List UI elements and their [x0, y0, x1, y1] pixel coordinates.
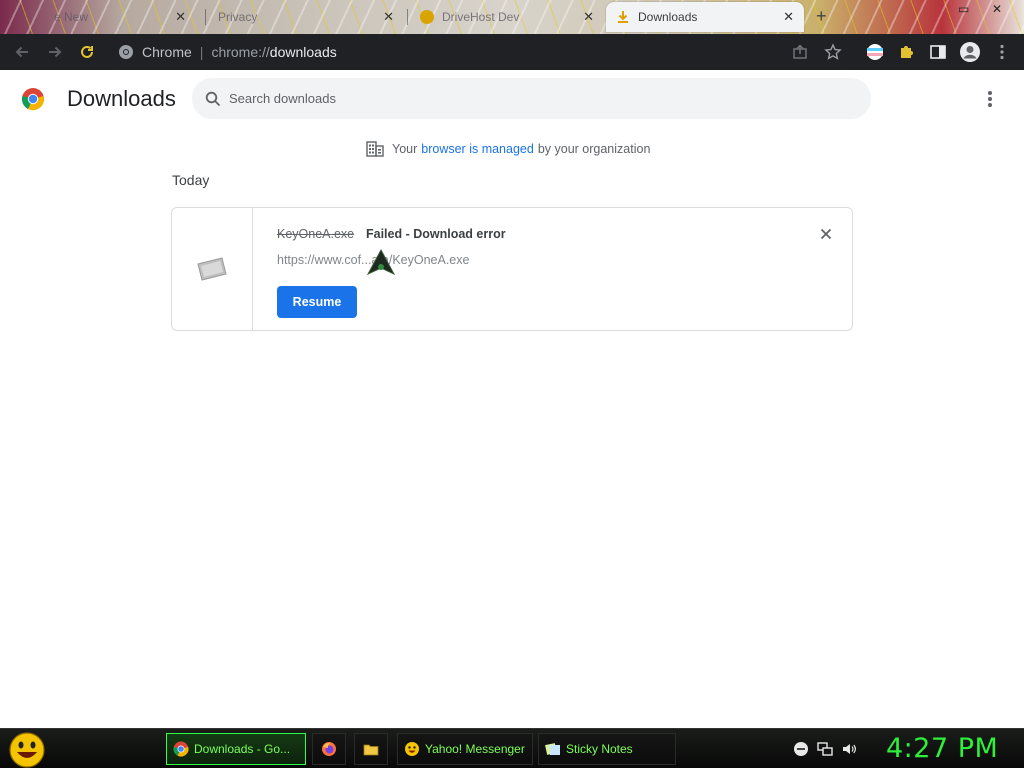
- building-icon: [366, 141, 384, 157]
- tab-title: DriveHost Dev: [442, 10, 520, 24]
- flag-extension-icon[interactable]: [864, 41, 886, 63]
- back-button[interactable]: [11, 41, 33, 63]
- reload-button[interactable]: [76, 41, 98, 63]
- bookmark-star-icon[interactable]: [824, 43, 842, 66]
- download-item: KeyOneA.exe Failed - Download error http…: [171, 207, 853, 331]
- chrome-icon: [173, 741, 189, 757]
- omnibox-divider: |: [199, 44, 204, 60]
- taskbar-item-label: Sticky Notes: [566, 742, 633, 756]
- remove-download-button[interactable]: [818, 226, 834, 242]
- close-icon: [820, 228, 832, 240]
- title-bar: e New ✕ Privacy ✕ DriveHost Dev ✕ Downlo…: [0, 0, 1024, 34]
- close-window-icon[interactable]: ✕: [992, 2, 1002, 16]
- download-status: Failed - Download error: [366, 227, 506, 241]
- profile-avatar[interactable]: [959, 41, 981, 63]
- folder-icon: [363, 741, 379, 757]
- managed-prefix: Your: [392, 142, 418, 156]
- firefox-icon: [321, 741, 337, 757]
- forward-button[interactable]: [44, 41, 66, 63]
- chrome-menu-button[interactable]: [991, 41, 1013, 63]
- close-icon[interactable]: ✕: [383, 9, 394, 25]
- tab-separator: [407, 9, 408, 25]
- kebab-menu-icon: [1000, 44, 1004, 60]
- more-actions-icon[interactable]: [982, 88, 998, 110]
- taskbar-item-sticky-notes[interactable]: Sticky Notes: [538, 733, 676, 765]
- yahoo-messenger-icon: [404, 741, 420, 757]
- chrome-logo-icon: [21, 87, 45, 116]
- arrow-right-icon: [49, 46, 62, 58]
- new-tab-button[interactable]: +: [816, 6, 827, 27]
- site-name: Chrome: [142, 44, 192, 60]
- start-button-smiley-icon[interactable]: [8, 731, 46, 769]
- resume-button[interactable]: Resume: [277, 286, 357, 318]
- managed-link[interactable]: browser is managed: [421, 142, 534, 156]
- search-input[interactable]: [229, 91, 789, 106]
- taskbar-item-label: Yahoo! Messenger: [425, 742, 525, 756]
- taskbar-item-yahoo-messenger[interactable]: Yahoo! Messenger: [397, 733, 533, 765]
- taskbar-item-firefox[interactable]: [312, 733, 346, 765]
- tray-status-icon[interactable]: [793, 741, 809, 757]
- restore-window-icon[interactable]: ▭: [958, 2, 969, 16]
- managed-notice: Your browser is managed by your organiza…: [366, 140, 650, 158]
- page-title: Downloads: [67, 86, 176, 111]
- download-icon: [616, 10, 630, 24]
- close-icon[interactable]: ✕: [783, 9, 794, 25]
- taskbar-item-downloads[interactable]: Downloads - Go...: [166, 733, 306, 765]
- url-scheme: chrome://: [211, 44, 270, 60]
- taskbar-clock[interactable]: 4:27 PM: [886, 733, 998, 764]
- tab-separator: [205, 9, 206, 25]
- file-name[interactable]: KeyOneA.exe: [277, 227, 354, 241]
- share-icon[interactable]: [792, 44, 808, 65]
- sticky-notes-icon: [545, 741, 561, 757]
- volume-icon[interactable]: [841, 741, 857, 757]
- managed-suffix: by your organization: [537, 142, 651, 156]
- address-bar[interactable]: Chrome | chrome://downloads: [108, 38, 854, 66]
- tab-2[interactable]: Privacy ✕: [208, 2, 404, 32]
- browser-toolbar: Chrome | chrome://downloads: [0, 34, 1024, 70]
- file-icon: [196, 256, 228, 287]
- chrome-site-icon: [118, 44, 134, 65]
- drivehost-favicon-icon: [420, 10, 434, 24]
- tab-title: Privacy: [218, 10, 258, 24]
- tab-3[interactable]: DriveHost Dev ✕: [410, 2, 604, 32]
- taskbar-item-explorer[interactable]: [354, 733, 388, 765]
- close-icon[interactable]: ✕: [175, 9, 186, 25]
- taskbar-item-label: Downloads - Go...: [194, 742, 291, 756]
- arrow-left-icon: [15, 46, 28, 58]
- tab-downloads[interactable]: Downloads ✕: [606, 2, 804, 32]
- side-panel-icon[interactable]: [927, 41, 949, 63]
- cursor-icon: [366, 248, 396, 281]
- close-icon[interactable]: ✕: [583, 9, 594, 25]
- taskbar: Downloads - Go... Yahoo! Messenger Stick…: [0, 728, 1024, 768]
- extensions-puzzle-icon[interactable]: [896, 41, 918, 63]
- reload-icon: [81, 45, 93, 58]
- downloads-page: Downloads Your browser is managed by you…: [0, 70, 1024, 728]
- search-bar[interactable]: [192, 78, 871, 119]
- network-icon[interactable]: [817, 741, 833, 757]
- url-path: downloads: [269, 44, 337, 60]
- tab-title: e New: [54, 10, 89, 24]
- date-group-label: Today: [172, 172, 210, 188]
- tab-title: Downloads: [638, 10, 698, 24]
- tab-1[interactable]: e New ✕: [10, 2, 196, 32]
- search-icon: [205, 91, 221, 107]
- file-icon-cell: [172, 208, 253, 330]
